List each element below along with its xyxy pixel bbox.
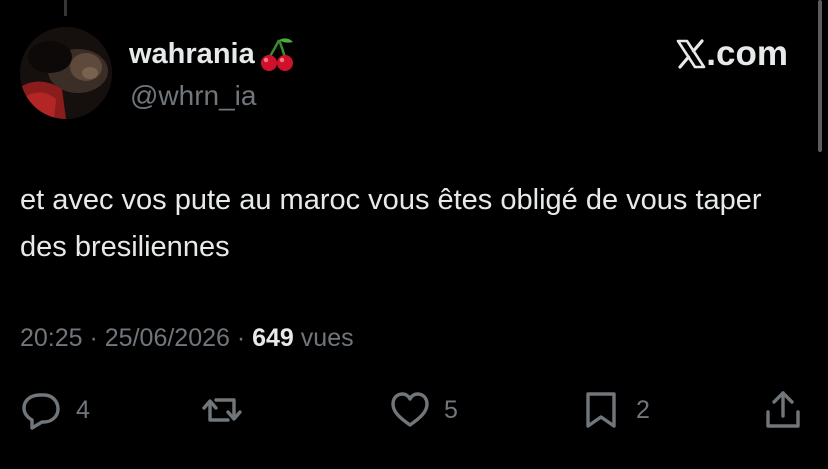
avatar[interactable] bbox=[20, 27, 112, 119]
tweet-meta: 20:25 · 25/06/2026 · 649 vues bbox=[20, 324, 354, 353]
scrollbar[interactable] bbox=[818, 0, 822, 152]
bookmark-icon bbox=[580, 388, 624, 432]
share-button[interactable] bbox=[762, 388, 806, 432]
tweet-time[interactable]: 20:25 bbox=[20, 324, 83, 352]
action-bar: 4 5 2 bbox=[0, 388, 828, 436]
views-count[interactable]: 649 bbox=[252, 324, 294, 352]
share-icon bbox=[762, 388, 806, 432]
meta-separator-2: · bbox=[229, 324, 253, 352]
heart-icon bbox=[388, 388, 432, 432]
tweet-text: et avec vos pute au maroc vous êtes obli… bbox=[20, 184, 762, 263]
like-count: 5 bbox=[444, 395, 458, 424]
author-name-row[interactable]: wahrania bbox=[129, 34, 297, 74]
author-display-name[interactable]: wahrania bbox=[129, 38, 255, 71]
x-logo-icon bbox=[676, 39, 706, 69]
bookmark-button[interactable]: 2 bbox=[580, 388, 650, 432]
reply-count: 4 bbox=[76, 395, 90, 424]
bookmark-count: 2 bbox=[636, 395, 650, 424]
views-label: vues bbox=[293, 324, 354, 352]
tweet-date[interactable]: 25/06/2026 bbox=[105, 324, 230, 352]
brand-watermark: .com bbox=[676, 34, 788, 74]
cherry-icon bbox=[257, 34, 297, 74]
reply-button[interactable]: 4 bbox=[20, 388, 90, 432]
repost-icon bbox=[200, 388, 244, 432]
thread-connector-line bbox=[64, 0, 67, 16]
repost-button[interactable] bbox=[200, 388, 256, 432]
brand-label: .com bbox=[706, 34, 788, 73]
reply-icon bbox=[20, 388, 64, 432]
like-button[interactable]: 5 bbox=[388, 388, 458, 432]
author-handle[interactable]: @whrn_ia bbox=[130, 80, 256, 112]
meta-separator-1: · bbox=[82, 324, 105, 352]
